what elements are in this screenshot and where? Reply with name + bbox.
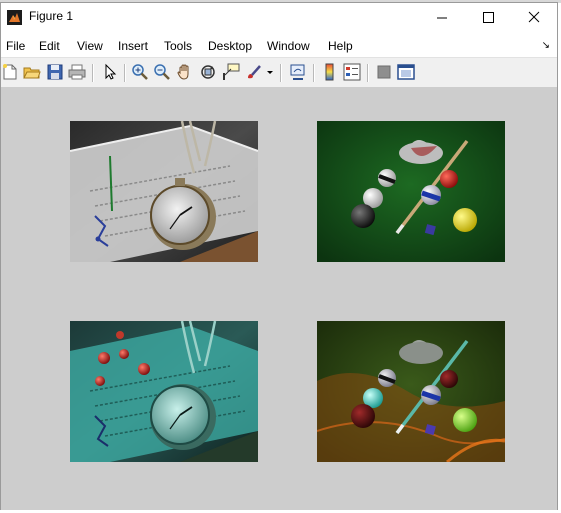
billiard-balls-fused-picture bbox=[317, 321, 505, 462]
figure-window: Figure 1 File Edit View Insert Tools Des… bbox=[0, 2, 558, 510]
pocket-watch-image[interactable] bbox=[70, 121, 258, 262]
menu-help[interactable]: Help bbox=[328, 39, 353, 53]
toolbar-separator bbox=[313, 64, 315, 82]
menu-window[interactable]: Window bbox=[267, 39, 310, 53]
title-bar: Figure 1 bbox=[1, 3, 557, 31]
dock-arrow-icon[interactable]: ↘ bbox=[542, 40, 550, 51]
save-icon[interactable] bbox=[46, 63, 64, 81]
toolbar-separator bbox=[280, 64, 282, 82]
minimize-icon bbox=[437, 17, 447, 19]
billiard-balls-picture bbox=[317, 121, 505, 262]
menu-view[interactable]: View bbox=[77, 39, 103, 53]
pocket-watch-fused-picture bbox=[70, 321, 258, 462]
open-file-icon[interactable] bbox=[23, 63, 41, 81]
menu-desktop[interactable]: Desktop bbox=[208, 39, 252, 53]
figure-toolbar bbox=[1, 57, 557, 88]
billiard-balls-fused-image[interactable] bbox=[317, 321, 505, 462]
rotate-3d-icon[interactable] bbox=[199, 63, 217, 81]
minimize-button[interactable] bbox=[419, 3, 465, 31]
toolbar-separator bbox=[124, 64, 126, 82]
menu-file[interactable]: File bbox=[6, 39, 25, 53]
brush-dropdown-icon[interactable] bbox=[265, 63, 275, 81]
billiard-balls-image[interactable] bbox=[317, 121, 505, 262]
close-icon bbox=[528, 11, 540, 23]
menu-insert[interactable]: Insert bbox=[118, 39, 148, 53]
show-plot-tools-icon[interactable] bbox=[397, 63, 415, 81]
toolbar-separator bbox=[367, 64, 369, 82]
link-plot-icon[interactable] bbox=[289, 63, 307, 81]
print-icon[interactable] bbox=[68, 63, 86, 81]
hide-plot-tools-icon[interactable] bbox=[375, 63, 393, 81]
zoom-out-icon[interactable] bbox=[153, 63, 171, 81]
pocket-watch-picture bbox=[70, 121, 258, 262]
window-title: Figure 1 bbox=[29, 9, 74, 23]
toolbar-separator bbox=[92, 64, 94, 82]
pan-hand-icon[interactable] bbox=[176, 63, 194, 81]
zoom-in-icon[interactable] bbox=[131, 63, 149, 81]
pocket-watch-fused-image[interactable] bbox=[70, 321, 258, 462]
new-figure-icon[interactable] bbox=[1, 63, 19, 81]
maximize-icon bbox=[483, 12, 494, 23]
data-cursor-icon[interactable] bbox=[222, 63, 240, 81]
figure-canvas[interactable] bbox=[1, 87, 557, 510]
legend-icon[interactable] bbox=[343, 63, 361, 81]
brush-icon[interactable] bbox=[245, 63, 263, 81]
matlab-logo-icon bbox=[7, 10, 22, 25]
edit-plot-arrow-icon[interactable] bbox=[101, 63, 119, 81]
menu-tools[interactable]: Tools bbox=[164, 39, 192, 53]
menu-bar: File Edit View Insert Tools Desktop Wind… bbox=[1, 36, 557, 56]
menu-edit[interactable]: Edit bbox=[39, 39, 60, 53]
colorbar-icon[interactable] bbox=[321, 63, 339, 81]
close-button[interactable] bbox=[511, 3, 557, 31]
maximize-button[interactable] bbox=[465, 3, 511, 31]
